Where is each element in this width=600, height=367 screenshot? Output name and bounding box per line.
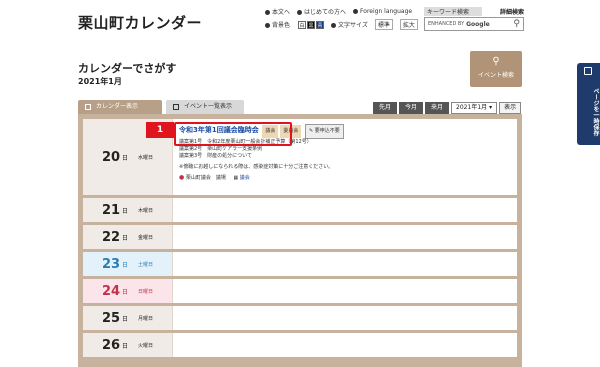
day-cell: 24 日日曜日 [83, 279, 173, 303]
day-row: 25 日月曜日 [83, 306, 517, 330]
utility-nav: 本文へ はじめての方へ Foreign language 背景色 白黒青 文字サ… [265, 6, 418, 30]
bg-white-button[interactable]: 白 [298, 20, 307, 29]
day-row: 23 日土曜日 [83, 252, 517, 276]
this-month-button[interactable]: 今月 [399, 102, 424, 114]
text-only-link[interactable]: 本文へ [265, 7, 290, 16]
globe-icon [353, 9, 359, 14]
day-row: 22 日金曜日 [83, 225, 517, 249]
prev-month-button[interactable]: 先月 [373, 102, 398, 114]
next-month-button[interactable]: 来月 [425, 102, 450, 114]
show-button[interactable]: 表示 [499, 102, 522, 114]
month-select[interactable]: 2021年1月 ▾ [451, 102, 498, 114]
bg-color-label: 背景色 [265, 20, 290, 29]
palette-icon [265, 23, 270, 28]
day-row: 26 日火曜日 [83, 333, 517, 357]
pencil-icon: ✎ [308, 128, 314, 134]
day-cell: 21 日木曜日 [83, 198, 173, 222]
event-detail: 議案第2号 栗山町ケアラー支援条例 [179, 146, 263, 152]
day-row: 21 日木曜日 [83, 198, 517, 222]
no-application-badge: ✎ 要申込不要 [304, 124, 344, 139]
day-row: 24 日日曜日 [83, 279, 517, 303]
event-place: 栗山町議会 議場 [185, 175, 226, 181]
day-cell: 25 日月曜日 [83, 306, 173, 330]
annotation-badge: 1 [146, 122, 174, 138]
tab-calendar[interactable]: カレンダー表示 [78, 100, 162, 114]
keyword-search-label: キーワード検索 [424, 6, 482, 16]
event-search-button[interactable]: ⚲ イベント検索 [470, 51, 522, 87]
foreign-language-link[interactable]: Foreign language [353, 8, 412, 15]
link-icon: ▦ [233, 175, 239, 181]
location-pin-icon: ● [179, 174, 185, 181]
first-time-link[interactable]: はじめての方へ [297, 7, 346, 16]
event-detail: 議案第3号 財産の処分について [179, 153, 253, 159]
font-size-icon [331, 23, 337, 28]
font-size-label: 文字サイズ [331, 20, 368, 29]
advanced-search-link[interactable]: 詳細検索 [500, 7, 524, 16]
chevron-down-icon: ▾ [489, 104, 493, 111]
day-cell: 26 日火曜日 [83, 333, 173, 357]
current-month: 2021年1月 [78, 77, 122, 86]
event-category-link[interactable]: 議会 [240, 175, 250, 181]
search-icon[interactable]: ⚲ [513, 19, 520, 29]
day-cell: 23 日土曜日 [83, 252, 173, 276]
site-title[interactable]: 栗山町カレンダー [78, 12, 202, 33]
highlight-box [174, 122, 292, 146]
site-search: キーワード検索 詳細検索 ENHANCED BY Google ⚲ [424, 6, 524, 31]
page-save-tab[interactable]: ページを一時保存 [577, 63, 600, 145]
page-title: カレンダーでさがす [78, 62, 177, 75]
tab-event-list[interactable]: イベント一覧表示 [166, 100, 244, 114]
arrow-icon [265, 10, 270, 15]
month-nav: 先月 今月 来月 2021年1月 ▾ 表示 [373, 102, 522, 114]
bg-black-button[interactable]: 黒 [307, 20, 316, 29]
calendar-icon [85, 104, 91, 110]
day-cell: 22 日金曜日 [83, 225, 173, 249]
search-icon: ⚲ [492, 56, 500, 67]
event-note: ※傍聴にお越しになられる際は、感染症対策に十分ご注意ください。 [179, 164, 334, 170]
shield-icon [297, 10, 303, 15]
bookmark-icon [584, 67, 592, 75]
grid-icon [173, 104, 179, 110]
search-input[interactable]: ENHANCED BY Google ⚲ [424, 17, 524, 31]
bg-blue-button[interactable]: 青 [316, 20, 325, 29]
font-large-button[interactable]: 拡大 [399, 19, 418, 30]
font-standard-button[interactable]: 標準 [374, 19, 393, 30]
